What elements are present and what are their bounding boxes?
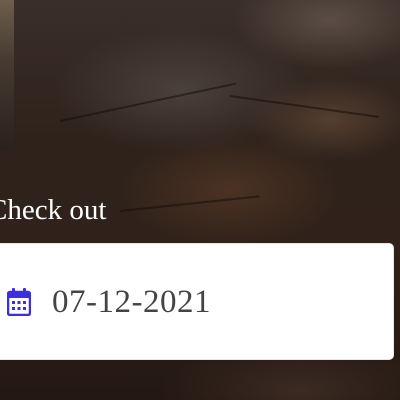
calendar-icon[interactable] bbox=[7, 288, 31, 316]
background-edge bbox=[0, 0, 14, 150]
checkout-label: Check out bbox=[0, 194, 107, 226]
checkout-date-value[interactable]: 07-12-2021 bbox=[52, 280, 211, 325]
checkout-date-field[interactable]: 07-12-2021 bbox=[0, 243, 394, 360]
